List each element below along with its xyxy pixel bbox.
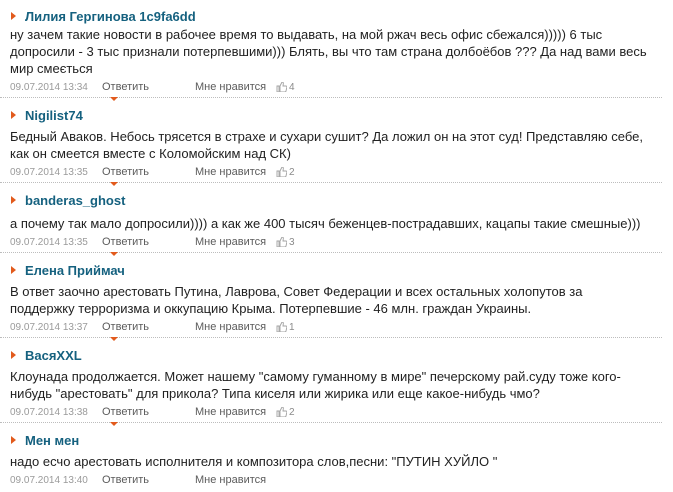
comment-item: Мен мен надо есчо арестовать исполнителя… — [0, 430, 673, 487]
like-count[interactable]: 2 — [276, 407, 295, 418]
reply-button[interactable]: Ответить — [102, 166, 195, 178]
comment-text: а почему так мало допросили)))) а как же… — [10, 216, 641, 231]
like-button[interactable]: Мне нравится — [195, 166, 276, 178]
comment-author[interactable]: Nigilist74 — [25, 108, 83, 123]
comment-meta: 09.07.2014 13:35 Ответить Мне нравится 3 — [10, 235, 673, 249]
comment-separator — [0, 252, 662, 260]
like-count-value: 2 — [289, 166, 295, 178]
comment-text: надо есчо арестовать исполнителя и компо… — [10, 454, 498, 469]
arrow-right-icon — [11, 351, 16, 359]
comment-author[interactable]: banderas_ghost — [25, 193, 125, 208]
comment-meta: 09.07.2014 13:35 Ответить Мне нравится 2 — [10, 165, 673, 179]
like-count-value: 1 — [289, 321, 295, 333]
comment-item: ВасяXXL Клоунада продолжается. Может наш… — [0, 345, 673, 419]
reply-button[interactable]: Ответить — [102, 406, 195, 418]
arrow-right-icon — [11, 111, 16, 119]
comment-date: 09.07.2014 13:35 — [10, 166, 88, 178]
arrow-right-icon — [11, 266, 16, 274]
comment-text: Клоунада продолжается. Может нашему "сам… — [10, 369, 621, 401]
comment-author[interactable]: Мен мен — [25, 433, 79, 448]
comment-text: В ответ заочно арестовать Путина, Лавров… — [10, 284, 583, 316]
thumbs-up-icon — [276, 407, 287, 417]
comment-date: 09.07.2014 13:34 — [10, 81, 88, 93]
reply-button[interactable]: Ответить — [102, 236, 195, 248]
separator-notch-icon — [110, 97, 118, 101]
separator-notch-icon — [110, 337, 118, 341]
like-count-value: 2 — [289, 406, 295, 418]
like-count[interactable]: 3 — [276, 237, 295, 248]
like-button[interactable]: Мне нравится — [195, 321, 276, 333]
comment-item: Елена Приймач В ответ заочно арестовать … — [0, 260, 673, 334]
comment-author[interactable]: Лилия Гергинова 1c9fa6dd — [25, 9, 196, 24]
like-count-value: 4 — [289, 81, 295, 93]
comment-separator — [0, 422, 662, 430]
comment-date: 09.07.2014 13:37 — [10, 321, 88, 333]
arrow-right-icon — [11, 196, 16, 204]
comment-header: Елена Приймач — [10, 262, 673, 278]
comment-meta: 09.07.2014 13:40 Ответить Мне нравится — [10, 473, 673, 487]
comment-feed: Лилия Гергинова 1c9fa6dd ну зачем такие … — [0, 0, 673, 487]
like-count[interactable]: 2 — [276, 167, 295, 178]
like-count[interactable]: 1 — [276, 322, 295, 333]
comment-header: Nigilist74 — [10, 107, 673, 123]
comment-item: Лилия Гергинова 1c9fa6dd ну зачем такие … — [0, 0, 673, 94]
comment-date: 09.07.2014 13:40 — [10, 474, 88, 486]
comment-item: Nigilist74 Бедный Аваков. Небось трясетс… — [0, 105, 673, 179]
comment-header: ВасяXXL — [10, 347, 673, 363]
comment-text: ну зачем такие новости в рабочее время т… — [10, 27, 647, 76]
like-count[interactable]: 4 — [276, 82, 295, 93]
comment-header: Мен мен — [10, 432, 673, 448]
like-button[interactable]: Мне нравится — [195, 81, 276, 93]
comment-text: Бедный Аваков. Небось трясется в страхе … — [10, 129, 644, 161]
comment-header: Лилия Гергинова 1c9fa6dd — [10, 8, 673, 24]
comment-item: banderas_ghost а почему так мало допроси… — [0, 190, 673, 249]
separator-notch-icon — [110, 422, 118, 426]
like-button[interactable]: Мне нравится — [195, 406, 276, 418]
comment-header: banderas_ghost — [10, 192, 673, 208]
thumbs-up-icon — [276, 82, 287, 92]
separator-notch-icon — [110, 252, 118, 256]
comment-separator — [0, 182, 662, 190]
comment-author[interactable]: ВасяXXL — [25, 348, 82, 363]
like-button[interactable]: Мне нравится — [195, 236, 276, 248]
comment-separator — [0, 337, 662, 345]
comment-date: 09.07.2014 13:35 — [10, 236, 88, 248]
comment-meta: 09.07.2014 13:34 Ответить Мне нравится 4 — [10, 80, 673, 94]
comment-date: 09.07.2014 13:38 — [10, 406, 88, 418]
reply-button[interactable]: Ответить — [102, 81, 195, 93]
comment-meta: 09.07.2014 13:37 Ответить Мне нравится 1 — [10, 320, 673, 334]
arrow-right-icon — [11, 436, 16, 444]
reply-button[interactable]: Ответить — [102, 474, 195, 486]
comment-meta: 09.07.2014 13:38 Ответить Мне нравится 2 — [10, 405, 673, 419]
like-count-value: 3 — [289, 236, 295, 248]
reply-button[interactable]: Ответить — [102, 321, 195, 333]
arrow-right-icon — [11, 12, 16, 20]
comment-author[interactable]: Елена Приймач — [25, 263, 125, 278]
thumbs-up-icon — [276, 237, 287, 247]
separator-notch-icon — [110, 182, 118, 186]
thumbs-up-icon — [276, 167, 287, 177]
like-button[interactable]: Мне нравится — [195, 474, 276, 486]
thumbs-up-icon — [276, 322, 287, 332]
comment-separator — [0, 97, 662, 105]
